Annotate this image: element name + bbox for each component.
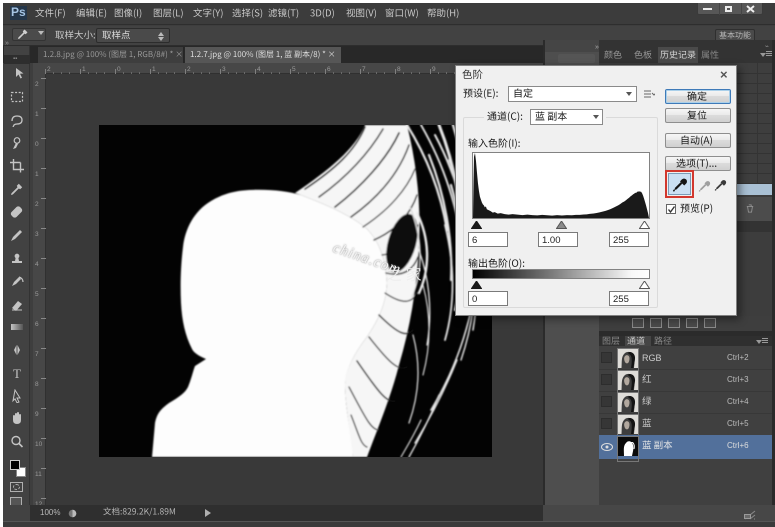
svg-text:6: 6 xyxy=(35,321,39,328)
svg-text:6: 6 xyxy=(327,66,331,73)
svg-text:4: 4 xyxy=(35,261,39,268)
svg-text:3: 3 xyxy=(222,66,226,73)
svg-text:0: 0 xyxy=(35,141,39,148)
svg-text:1: 1 xyxy=(35,111,39,118)
svg-text:9: 9 xyxy=(35,411,39,418)
svg-text:T: T xyxy=(13,366,21,380)
svg-text:10: 10 xyxy=(35,441,43,448)
svg-text:7: 7 xyxy=(35,351,39,358)
svg-text:1: 1 xyxy=(82,66,86,73)
svg-text:1: 1 xyxy=(152,66,156,73)
svg-text:2: 2 xyxy=(187,66,191,73)
svg-text:0: 0 xyxy=(117,66,121,73)
svg-text:8: 8 xyxy=(397,66,401,73)
svg-text:7: 7 xyxy=(362,66,366,73)
svg-text:3: 3 xyxy=(35,231,39,238)
svg-text:2: 2 xyxy=(35,81,39,88)
svg-text:8: 8 xyxy=(35,381,39,388)
svg-text:1: 1 xyxy=(35,171,39,178)
svg-text:2: 2 xyxy=(35,201,39,208)
svg-text:4: 4 xyxy=(257,66,261,73)
svg-text:5: 5 xyxy=(35,291,39,298)
svg-text:5: 5 xyxy=(292,66,296,73)
svg-text:9: 9 xyxy=(432,66,436,73)
svg-text:2: 2 xyxy=(47,66,51,73)
svg-text:11: 11 xyxy=(35,471,42,478)
